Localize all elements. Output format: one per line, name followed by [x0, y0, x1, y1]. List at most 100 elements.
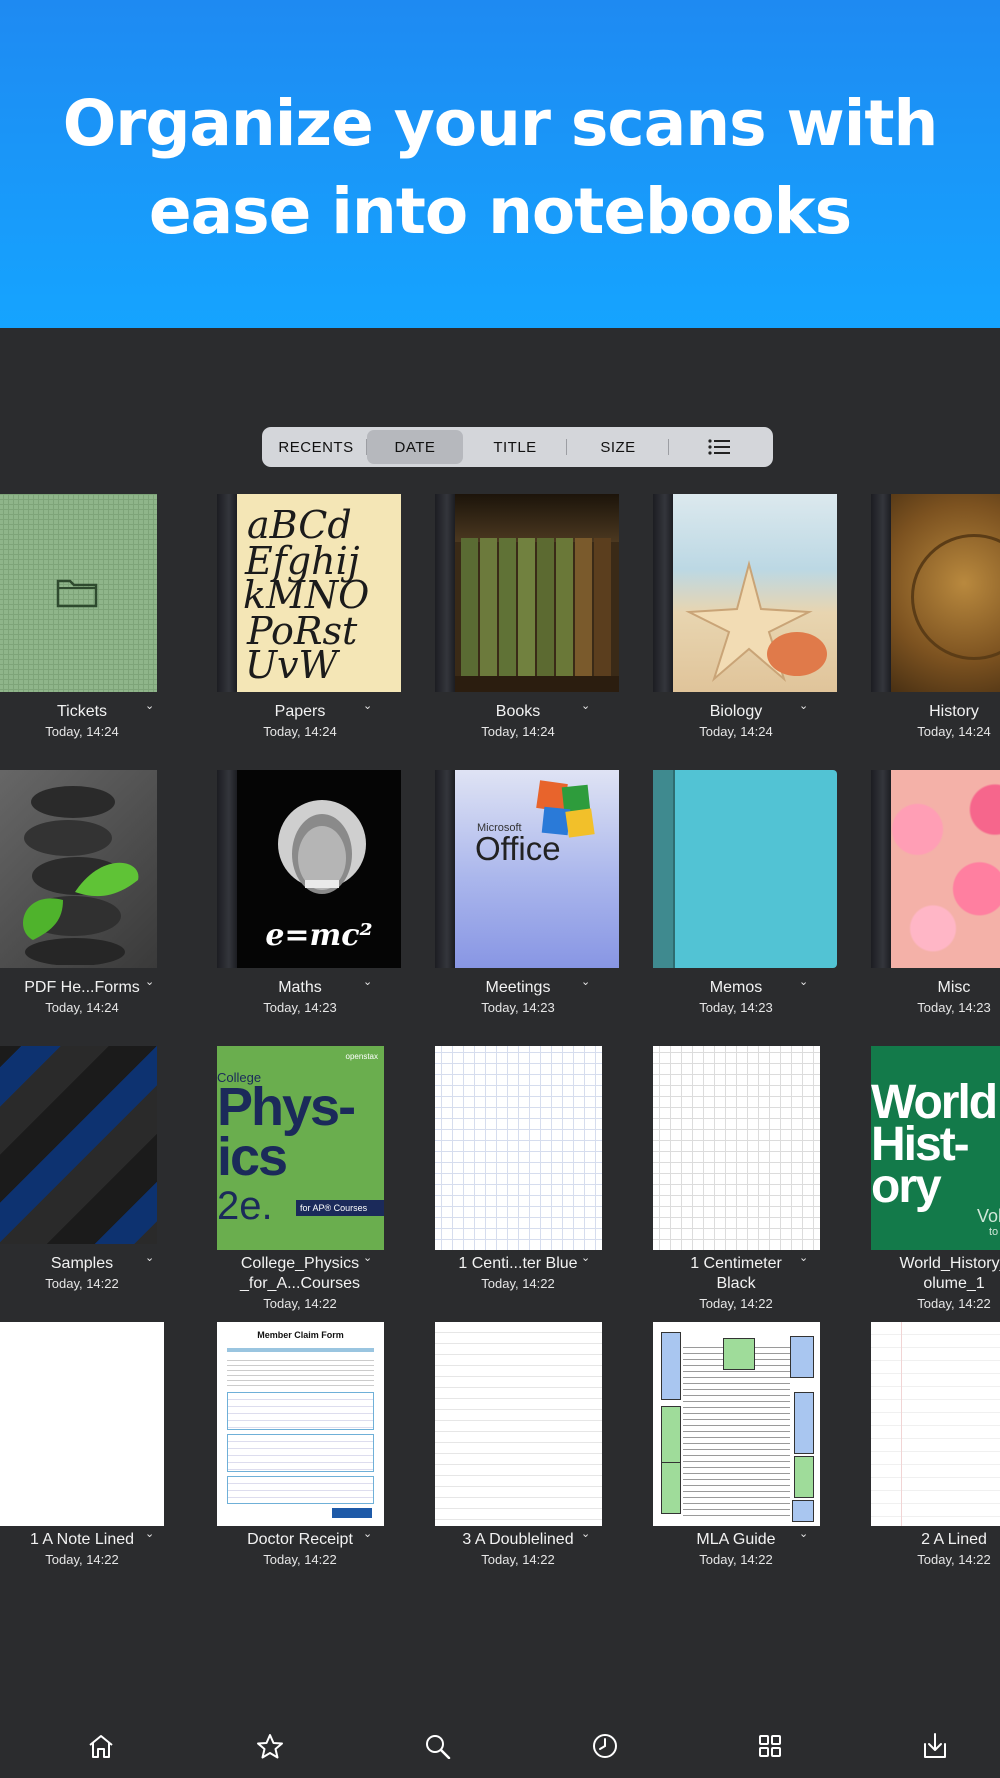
search-icon: [426, 1735, 451, 1759]
folder-icon: [56, 579, 98, 608]
notebook-title: Papers: [274, 703, 326, 720]
notebook-cover: [0, 1322, 164, 1526]
tab-search[interactable]: [418, 1726, 458, 1766]
chevron-down-icon[interactable]: ⌄: [799, 1251, 808, 1264]
cover-text: to 150: [989, 1226, 1000, 1238]
chevron-down-icon[interactable]: ⌄: [145, 1251, 154, 1264]
notebook-cover: [435, 1322, 602, 1526]
notebook-cover: [0, 494, 157, 692]
chevron-down-icon[interactable]: ⌄: [799, 1527, 808, 1540]
notebook-date: Today, 14:23: [481, 1000, 555, 1015]
cover-text: Volu: [977, 1206, 1000, 1226]
notebook-date: Today, 14:22: [917, 1552, 991, 1567]
notebook-cover: [0, 770, 157, 968]
notebook-date: Today, 14:22: [917, 1296, 991, 1311]
notebook-title: College_Physics: [240, 1255, 360, 1272]
notebook-title-line2: Black: [716, 1275, 756, 1292]
cover-text: Member Claim Form: [257, 1330, 344, 1340]
notebook-cover: aBCd Efghij kMNO PoRst UvW: [217, 494, 401, 692]
tab-home[interactable]: [81, 1726, 121, 1766]
notebook-date: Today, 14:22: [45, 1276, 119, 1291]
notebook-grid: Tickets Today, 14:24 ⌄ aBCd Efghij kMNO Po…: [0, 0, 1000, 1778]
notebook-title-line2: olume_1: [923, 1275, 985, 1292]
notebook-title: Memos: [709, 979, 763, 996]
notebook-cover: [435, 494, 619, 692]
notebook-title: World_History_: [899, 1255, 1000, 1272]
bottom-tab-bar: [0, 1726, 1000, 1778]
chevron-down-icon[interactable]: ⌄: [799, 975, 808, 988]
star-icon: [257, 1734, 283, 1759]
notebook-title-line2: _for_A...Courses: [239, 1275, 361, 1292]
cover-text: e=mc²: [265, 918, 373, 953]
notebook-cover: [653, 770, 837, 968]
notebook-date: Today, 14:23: [699, 1000, 773, 1015]
notebook-date: Today, 14:22: [699, 1296, 773, 1311]
chevron-down-icon[interactable]: ⌄: [363, 699, 372, 712]
notebook-title: 1 A Note Lined: [29, 1531, 135, 1548]
chevron-down-icon[interactable]: ⌄: [145, 1527, 154, 1540]
notebook-cover: [871, 770, 1000, 968]
notebook-cover: [0, 1046, 157, 1244]
notebook-title: Books: [495, 703, 541, 720]
notebook-title: Misc: [937, 979, 971, 996]
notebook-cover: [653, 494, 837, 692]
tab-grid[interactable]: [750, 1726, 790, 1766]
cover-text: openstax: [345, 1052, 378, 1061]
notebook-cover: [435, 1046, 602, 1250]
chevron-down-icon[interactable]: ⌄: [363, 975, 372, 988]
tab-recent[interactable]: [585, 1726, 625, 1766]
cover-text: ory: [871, 1160, 942, 1213]
chevron-down-icon[interactable]: ⌄: [581, 1251, 590, 1264]
notebook-cover: Member Claim Form: [217, 1322, 384, 1526]
notebook-title: Meetings: [485, 979, 551, 996]
notebook-date: Today, 14:24: [481, 724, 555, 739]
notebook-date: Today, 14:22: [481, 1276, 555, 1291]
chevron-down-icon[interactable]: ⌄: [363, 1527, 372, 1540]
svg-text:UvW: UvW: [245, 643, 340, 687]
notebook-cover: [653, 1046, 820, 1250]
notebook-title: PDF He...Forms: [24, 979, 140, 996]
notebook-date: Today, 14:24: [263, 724, 337, 739]
notebook-title: Tickets: [56, 703, 108, 720]
notebook-cover: e=mc²: [217, 770, 401, 968]
notebook-date: Today, 14:24: [45, 724, 119, 739]
chevron-down-icon[interactable]: ⌄: [145, 975, 154, 988]
cover-text: for AP® Courses: [296, 1200, 384, 1216]
notebook-title: 1 Centi...ter Blue: [458, 1255, 578, 1272]
notebook-date: Today, 14:24: [917, 724, 991, 739]
home-icon: [89, 1735, 113, 1758]
notebook-date: Today, 14:22: [263, 1552, 337, 1567]
clock-icon: [593, 1734, 617, 1758]
notebook-title: 2 A Lined: [921, 1531, 987, 1548]
chevron-down-icon[interactable]: ⌄: [581, 975, 590, 988]
chevron-down-icon[interactable]: ⌄: [799, 699, 808, 712]
import-icon: [924, 1733, 946, 1758]
notebook-date: Today, 14:22: [481, 1552, 555, 1567]
chevron-down-icon[interactable]: ⌄: [145, 699, 154, 712]
notebook-date: Today, 14:23: [917, 1000, 991, 1015]
notebook-date: Today, 14:23: [263, 1000, 337, 1015]
notebook-title: MLA Guide: [696, 1531, 776, 1548]
notebook-cover: World Hist- ory Volu to 150: [871, 1046, 1000, 1250]
tab-import[interactable]: [915, 1726, 955, 1766]
notebook-date: Today, 14:22: [45, 1552, 119, 1567]
notebook-cover: [653, 1322, 820, 1526]
cover-text: Office: [475, 830, 561, 867]
notebook-date: Today, 14:22: [263, 1296, 337, 1311]
notebook-title: Maths: [278, 979, 322, 996]
notebook-date: Today, 14:24: [45, 1000, 119, 1015]
notebook-title: Biology: [709, 703, 763, 720]
notebook-title: Samples: [50, 1255, 114, 1272]
tab-favorites[interactable]: [250, 1726, 290, 1766]
cover-text: Phys-: [217, 1077, 356, 1137]
notebook-cover: [871, 494, 1000, 692]
notebook-cover: [871, 1322, 1000, 1526]
chevron-down-icon[interactable]: ⌄: [363, 1251, 372, 1264]
notebook-cover: Microsoft Office: [435, 770, 619, 968]
chevron-down-icon[interactable]: ⌄: [581, 699, 590, 712]
notebook-title: 1 Centimeter: [690, 1255, 782, 1272]
chevron-down-icon[interactable]: ⌄: [581, 1527, 590, 1540]
grid-icon: [759, 1735, 781, 1757]
notebook-title: History: [929, 703, 979, 720]
cover-text: ics: [217, 1127, 288, 1187]
